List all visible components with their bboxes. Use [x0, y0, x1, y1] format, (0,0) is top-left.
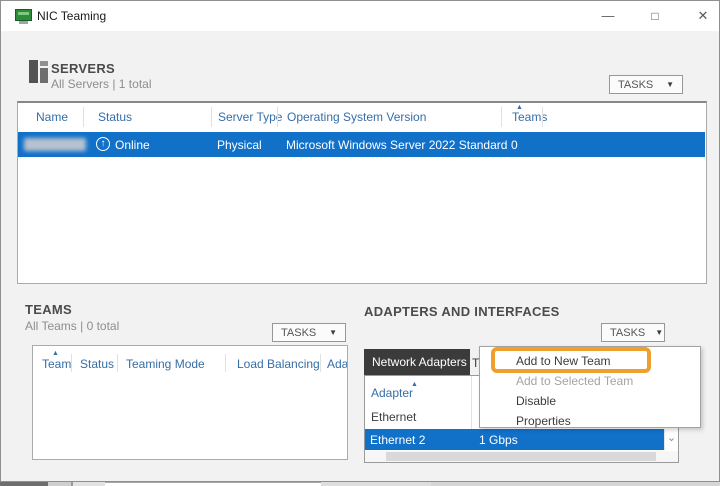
- servers-icon: [29, 60, 49, 83]
- monitor-icon: [15, 9, 32, 21]
- adapters-col-adapter[interactable]: Adapter: [371, 386, 413, 400]
- minimize-button[interactable]: —: [593, 6, 623, 26]
- teams-col-load-balancing[interactable]: Load Balancing: [237, 357, 320, 371]
- window-title: NIC Teaming: [37, 9, 106, 23]
- servers-col-status[interactable]: Status: [98, 110, 132, 124]
- menu-item-add-to-selected-team: Add to Selected Team: [516, 374, 633, 388]
- menu-item-properties[interactable]: Properties: [516, 414, 571, 428]
- teams-col-team[interactable]: Team: [42, 357, 71, 371]
- menu-item-disable[interactable]: Disable: [516, 394, 556, 408]
- chevron-down-icon: ▼: [329, 328, 337, 337]
- server-name-redacted: [24, 138, 86, 151]
- close-button[interactable]: ✕: [688, 6, 718, 26]
- title-bar: NIC Teaming — □ ✕: [1, 1, 719, 31]
- server-status: Online: [115, 138, 150, 152]
- servers-heading: SERVERS: [51, 61, 115, 76]
- horizontal-scrollbar-thumb[interactable]: [386, 452, 656, 461]
- adapter-name: Ethernet 2: [370, 433, 425, 447]
- chevron-down-icon: ▼: [655, 328, 663, 337]
- adapters-tasks-button[interactable]: TASKS ▼: [601, 323, 665, 342]
- servers-col-os-version[interactable]: Operating System Version: [287, 110, 426, 124]
- teams-heading: TEAMS: [25, 302, 72, 317]
- server-os-version: Microsoft Windows Server 2022 Standard: [286, 138, 507, 152]
- adapter-row-ethernet2[interactable]: Ethernet 2 1 Gbps: [365, 429, 664, 450]
- nic-teaming-window: NIC Teaming — □ ✕ SERVERS All Servers | …: [0, 0, 720, 482]
- tab-network-adapters[interactable]: Network Adapters: [364, 349, 470, 375]
- adapter-speed: 1 Gbps: [479, 433, 518, 447]
- sort-asc-icon: ▲: [411, 381, 418, 388]
- servers-subheading: All Servers | 1 total: [51, 77, 152, 91]
- nic-teaming-app-icon: [15, 9, 32, 24]
- adapters-heading: ADAPTERS AND INTERFACES: [364, 304, 560, 319]
- server-row[interactable]: ↑ Online Physical Microsoft Windows Serv…: [18, 132, 705, 157]
- sort-asc-icon: ▲: [516, 104, 523, 111]
- teams-tasks-button[interactable]: TASKS ▼: [272, 323, 346, 342]
- servers-table: Name Status Server Type Operating System…: [17, 101, 707, 284]
- adapter-row-ethernet[interactable]: Ethernet: [371, 410, 416, 424]
- background-window-edge: [0, 482, 720, 486]
- server-teams-count: 0: [511, 138, 518, 152]
- horizontal-scrollbar[interactable]: [365, 451, 678, 462]
- chevron-down-icon: ▼: [666, 80, 674, 89]
- maximize-button[interactable]: □: [640, 6, 670, 26]
- teams-col-status[interactable]: Status: [80, 357, 114, 371]
- sort-asc-icon: ▲: [52, 350, 59, 357]
- teams-col-adapters[interactable]: Ada: [327, 357, 348, 371]
- orange-highlight-annotation: [491, 347, 651, 373]
- status-online-icon: ↑: [96, 137, 110, 151]
- servers-tasks-button[interactable]: TASKS ▼: [609, 75, 683, 94]
- vertical-scrollbar-down[interactable]: ⌄: [664, 429, 678, 450]
- teams-col-teaming-mode[interactable]: Teaming Mode: [126, 357, 205, 371]
- servers-col-server-type[interactable]: Server Type: [218, 110, 282, 124]
- servers-col-name[interactable]: Name: [36, 110, 68, 124]
- teams-table: Team Status Teaming Mode Load Balancing …: [32, 345, 348, 460]
- teams-subheading: All Teams | 0 total: [25, 319, 119, 333]
- server-type: Physical: [217, 138, 262, 152]
